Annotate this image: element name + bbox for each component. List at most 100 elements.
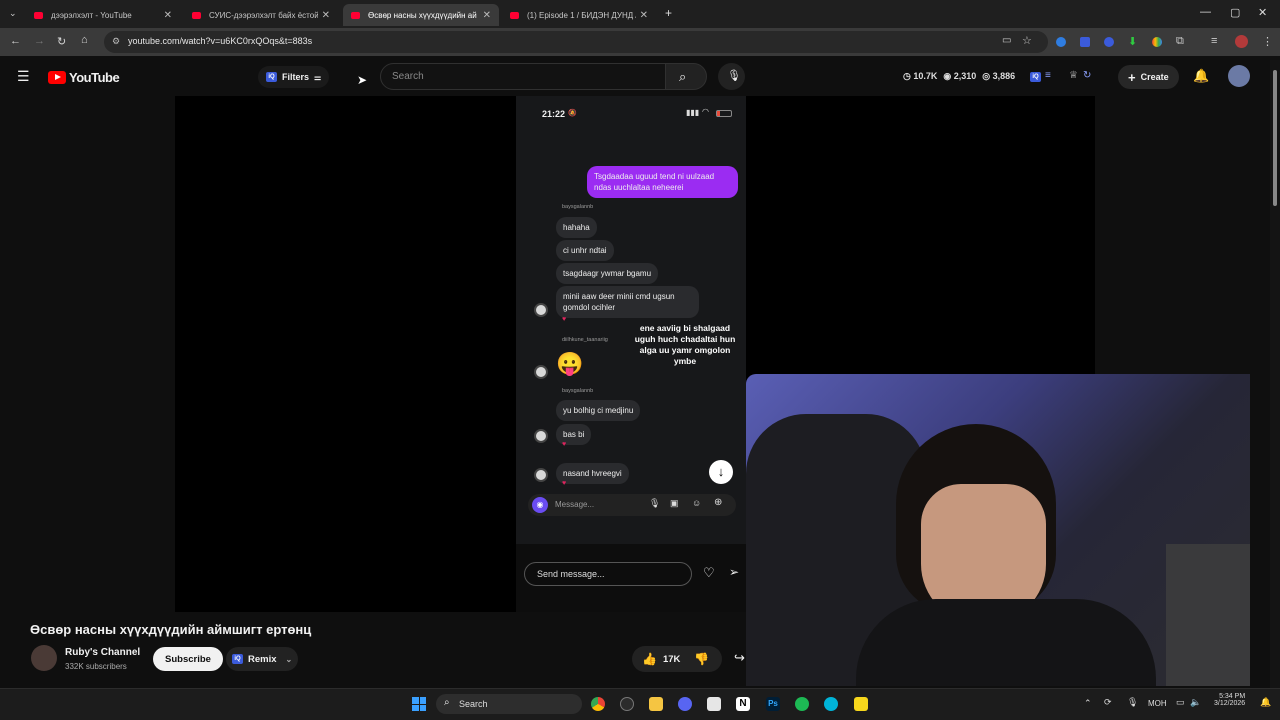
close-icon[interactable]: ✕ <box>483 10 491 21</box>
profile-avatar-icon <box>534 365 548 379</box>
home-icon[interactable]: ⌂ <box>81 34 88 46</box>
address-bar[interactable]: ⚙ youtube.com/watch?v=u6KC0rxQOqs&t=883s… <box>104 31 1048 53</box>
file-explorer-icon[interactable] <box>649 697 663 711</box>
browser-toolbar: ← → ↻ ⌂ ⚙ youtube.com/watch?v=u6KC0rxQOq… <box>0 28 1280 56</box>
battery-icon <box>716 110 732 117</box>
iq-extension-icon: iQ <box>232 654 243 664</box>
share-icon[interactable]: ↪ <box>734 650 745 666</box>
extension-icon[interactable] <box>1056 37 1066 47</box>
profile-avatar-icon <box>534 429 548 443</box>
notifications-bell-icon[interactable]: 🔔 <box>1193 68 1209 84</box>
create-button[interactable]: + Create <box>1118 65 1179 89</box>
notification-center-icon[interactable]: 🔔 <box>1260 697 1271 708</box>
list-icon[interactable]: ≡ <box>1045 70 1051 81</box>
obs-app-icon[interactable] <box>620 697 634 711</box>
phone-message-input: ◉ Message... 🎙 ▣ ☺ ⊕ <box>528 494 736 516</box>
tab-search-chevron-icon[interactable]: ⌄ <box>9 8 17 19</box>
profile-avatar-icon[interactable] <box>1235 35 1248 48</box>
hamburger-menu-icon[interactable]: ☰ <box>17 68 30 85</box>
microphone-icon[interactable]: 🎙 <box>1127 697 1138 708</box>
iq-extension-icon[interactable]: iQ <box>1030 72 1041 82</box>
mouse-cursor-icon: ➤ <box>357 73 368 87</box>
browser-tab[interactable]: СУИС-дээрэлхэлт байх ёстой г ✕ <box>184 4 338 26</box>
phone-time: 21:22 <box>542 109 566 119</box>
url-text: youtube.com/watch?v=u6KC0rxQOqs&t=883s <box>128 36 313 46</box>
background-shelf <box>1166 544 1250 686</box>
channel-stats: ◷ 10.7K ◉ 2,310 ◎ 3,886 <box>903 71 1015 82</box>
capcut-app-icon[interactable] <box>707 697 721 711</box>
channel-avatar[interactable] <box>31 645 57 671</box>
network-icon[interactable]: ▭ <box>1176 697 1185 708</box>
voice-search-button[interactable]: 🎙 <box>718 63 745 90</box>
close-icon[interactable]: ✕ <box>322 10 330 21</box>
chrome-app-icon[interactable] <box>591 697 605 711</box>
sender-username: diilhkune_taanariig <box>562 337 608 343</box>
sticker-icon: ☺ <box>692 498 702 508</box>
youtube-logo[interactable]: YouTube <box>48 70 120 85</box>
reload-icon[interactable]: ↻ <box>57 35 66 48</box>
browser-tab[interactable]: дээрэлхэлт - YouTube ✕ <box>26 4 180 26</box>
close-icon[interactable]: ✕ <box>164 10 172 21</box>
forward-arrow-icon[interactable]: → <box>34 35 45 47</box>
photoshop-app-icon[interactable]: Ps <box>766 697 780 711</box>
filters-button[interactable]: iQ Filters ⚌ <box>258 66 330 88</box>
tray-refresh-icon[interactable]: ⟳ <box>1104 697 1112 708</box>
close-icon[interactable]: ✕ <box>640 10 648 21</box>
scrollbar-thumb[interactable] <box>1273 70 1277 206</box>
puzzle-extensions-icon[interactable]: ⧉ <box>1176 35 1184 48</box>
sent-message-bubble: Tsgdaadaa uguud tend ni uulzaad ndas uuc… <box>587 166 738 198</box>
trophy-icon[interactable]: ♕ <box>1069 70 1078 81</box>
iq-extension-icon: iQ <box>266 72 277 82</box>
spotify-app-icon[interactable] <box>795 697 809 711</box>
video-title: Өсвөр насны хүүхдүүдийн аймшигт ертөнц <box>30 622 312 637</box>
notion-app-icon[interactable]: N <box>736 697 750 711</box>
heart-reaction-icon: ♥ <box>562 441 567 448</box>
received-message-bubble: minii aaw deer minii cmd ugsun gomdol oc… <box>556 286 699 318</box>
maximize-icon[interactable]: ▢ <box>1230 6 1240 19</box>
streamer-shirt <box>856 599 1156 686</box>
thumbs-up-icon[interactable]: 👍 <box>642 652 657 666</box>
refresh-icon[interactable]: ↻ <box>1083 70 1091 81</box>
taskbar-search[interactable]: ⌕ Search <box>436 694 582 714</box>
search-icon: ⌕ <box>679 69 687 84</box>
kebab-menu-icon[interactable]: ⋮ <box>1262 35 1273 48</box>
remix-button[interactable]: iQ Remix ⌄ <box>226 647 298 671</box>
download-extension-icon[interactable]: ⬇ <box>1128 35 1137 48</box>
extension-icon[interactable] <box>1104 37 1114 47</box>
subscribe-button[interactable]: Subscribe <box>153 647 223 671</box>
extension-icon[interactable] <box>1080 37 1090 47</box>
new-tab-plus-icon[interactable]: + <box>665 6 672 20</box>
bookmark-star-icon[interactable]: ☆ <box>1022 34 1032 47</box>
minimize-icon[interactable]: — <box>1200 6 1211 18</box>
language-indicator[interactable]: MOH <box>1148 699 1167 708</box>
clock[interactable]: 5:34 PM 3/12/2026 <box>1214 693 1245 707</box>
search-input[interactable]: Search <box>380 63 666 90</box>
streamer-webcam-overlay <box>746 374 1250 686</box>
extension-icon[interactable] <box>1152 37 1162 47</box>
channel-name[interactable]: Ruby's Channel <box>65 647 140 658</box>
site-info-icon[interactable]: ⚙ <box>112 36 120 47</box>
microphone-icon: 🎙 <box>727 70 741 82</box>
page-scrollbar[interactable] <box>1270 60 1280 688</box>
youtube-favicon-icon <box>34 11 43 19</box>
back-arrow-icon[interactable]: ← <box>10 35 21 47</box>
search-button[interactable]: ⌕ <box>665 63 707 90</box>
chevron-up-icon[interactable]: ⌃ <box>1084 698 1092 709</box>
volume-icon[interactable]: 🔈 <box>1190 697 1201 708</box>
discord-app-icon[interactable] <box>678 697 692 711</box>
cast-icon[interactable]: ▭ <box>1002 35 1011 46</box>
reading-list-icon[interactable]: ≡ <box>1211 35 1217 47</box>
thumbs-down-icon[interactable]: 👎 <box>694 652 709 666</box>
sender-username: baysgalannb <box>562 204 594 210</box>
windows-start-icon[interactable] <box>412 697 426 711</box>
profile-avatar-icon <box>534 468 548 482</box>
sticky-notes-app-icon[interactable] <box>854 697 868 711</box>
browser-tab-strip: ⌄ дээрэлхэлт - YouTube ✕ СУИС-дээрэлхэлт… <box>0 0 1280 28</box>
browser-tab-active[interactable]: Өсвөр насны хүүхдүүдийн ай ✕ <box>343 4 499 26</box>
edge-app-icon[interactable] <box>824 697 838 711</box>
account-avatar[interactable] <box>1228 65 1250 87</box>
signal-icon: ▮▮▮ <box>686 108 700 117</box>
browser-tab[interactable]: (1) Episode 1 / БИДЭН ДУНД / ✕ <box>502 4 656 26</box>
window-close-icon[interactable]: ✕ <box>1258 6 1267 19</box>
views-stat: ◷ 10.7K <box>903 71 938 81</box>
